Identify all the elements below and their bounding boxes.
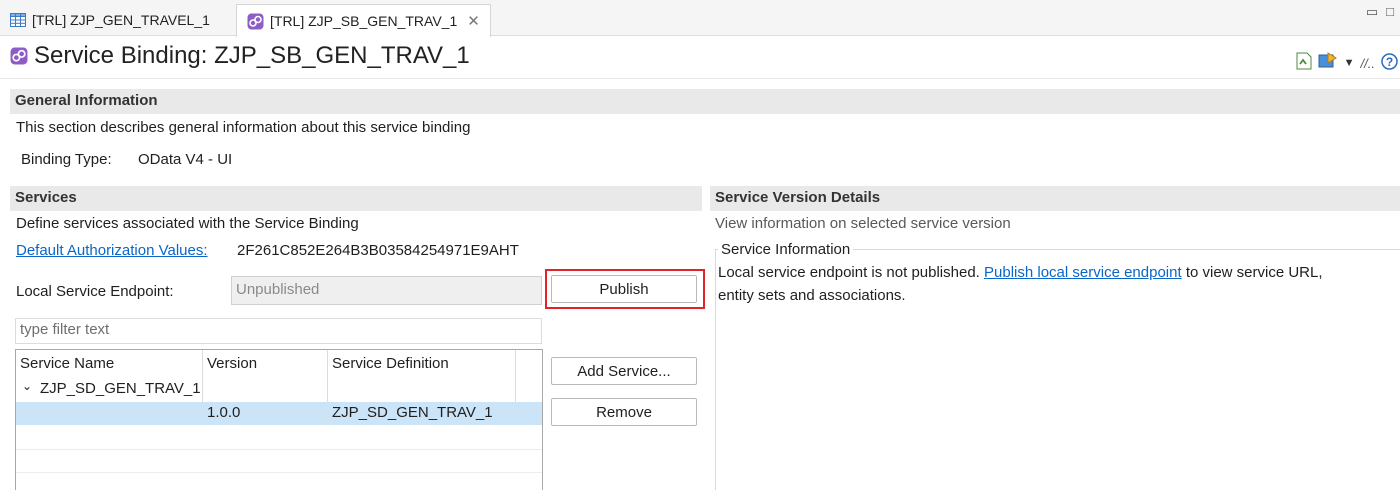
publish-tool-icon[interactable]: [1318, 52, 1338, 74]
service-information-line2: entity sets and associations.: [718, 287, 906, 304]
authorization-value: 2F261C852E264B3B03584254971E9AHT: [237, 242, 519, 259]
minimize-icon[interactable]: ▭: [1366, 4, 1378, 20]
service-information-title: Service Information: [718, 241, 854, 258]
column-service-definition[interactable]: Service Definition: [332, 355, 449, 372]
info-text-before: Local service endpoint is not published.: [718, 264, 980, 281]
page-title: Service Binding: ZJP_SB_GEN_TRAV_1: [10, 42, 470, 70]
tab-label: [TRL] ZJP_GEN_TRAVEL_1: [32, 12, 210, 28]
binding-type-label: Binding Type:: [21, 151, 112, 168]
table-row-group[interactable]: ⌄ ZJP_SD_GEN_TRAV_1: [16, 378, 542, 401]
service-information-group: [715, 249, 1400, 490]
table-row[interactable]: 1.0.0 ZJP_SD_GEN_TRAV_1: [16, 402, 542, 425]
row-divider: [16, 449, 542, 450]
header-divider: [0, 78, 1400, 79]
column-version[interactable]: Version: [207, 355, 257, 372]
header-toolbar: ▼ //.. ?: [1296, 52, 1398, 74]
remove-button[interactable]: Remove: [551, 398, 697, 426]
publish-endpoint-link[interactable]: Publish local service endpoint: [984, 264, 1182, 281]
group-service-name: ZJP_SD_GEN_TRAV_1: [40, 380, 201, 397]
page-title-text: Service Binding: ZJP_SB_GEN_TRAV_1: [34, 42, 470, 69]
table-icon: [10, 13, 26, 27]
tab-label: [TRL] ZJP_SB_GEN_TRAV_1: [270, 13, 458, 29]
info-text-after: to view service URL,: [1185, 264, 1323, 281]
services-header: Services: [10, 186, 702, 211]
service-binding-icon: [247, 13, 264, 30]
default-authorization-link[interactable]: Default Authorization Values:: [16, 242, 208, 259]
tab-service-binding[interactable]: [TRL] ZJP_SB_GEN_TRAV_1 ✕: [236, 4, 491, 37]
svg-text:?: ?: [1386, 55, 1393, 69]
binding-type-value: OData V4 - UI: [138, 151, 233, 168]
close-icon[interactable]: ✕: [467, 12, 480, 30]
local-endpoint-label: Local Service Endpoint:: [16, 283, 174, 300]
publish-button[interactable]: Publish: [551, 275, 697, 303]
link-icon[interactable]: //..: [1361, 56, 1375, 71]
services-table: Service Name Version Service Definition …: [15, 349, 543, 490]
add-service-button[interactable]: Add Service...: [551, 357, 697, 385]
dropdown-icon[interactable]: ▼: [1344, 57, 1355, 69]
local-endpoint-field: Unpublished: [231, 276, 542, 305]
service-version-details-header: Service Version Details: [710, 186, 1400, 211]
table-header: Service Name Version Service Definition: [16, 350, 542, 378]
tab-travel[interactable]: [TRL] ZJP_GEN_TRAVEL_1: [0, 4, 220, 36]
service-information-line1: Local service endpoint is not published.…: [718, 264, 1323, 281]
services-description: Define services associated with the Serv…: [16, 215, 359, 232]
window-controls: ▭ □: [1366, 4, 1394, 20]
general-information-header: General Information: [10, 89, 1400, 114]
row-service-definition: ZJP_SD_GEN_TRAV_1: [332, 404, 493, 421]
help-icon[interactable]: ?: [1381, 52, 1398, 74]
service-binding-icon: [10, 47, 28, 65]
refresh-icon[interactable]: [1296, 52, 1312, 74]
details-description: View information on selected service ver…: [715, 215, 1011, 232]
column-service-name[interactable]: Service Name: [20, 355, 114, 372]
filter-input[interactable]: type filter text: [15, 318, 542, 344]
general-description: This section describes general informati…: [16, 119, 471, 136]
row-version: 1.0.0: [207, 404, 241, 421]
chevron-down-icon[interactable]: ⌄: [22, 379, 32, 393]
row-divider: [16, 472, 542, 473]
maximize-icon[interactable]: □: [1386, 4, 1394, 20]
